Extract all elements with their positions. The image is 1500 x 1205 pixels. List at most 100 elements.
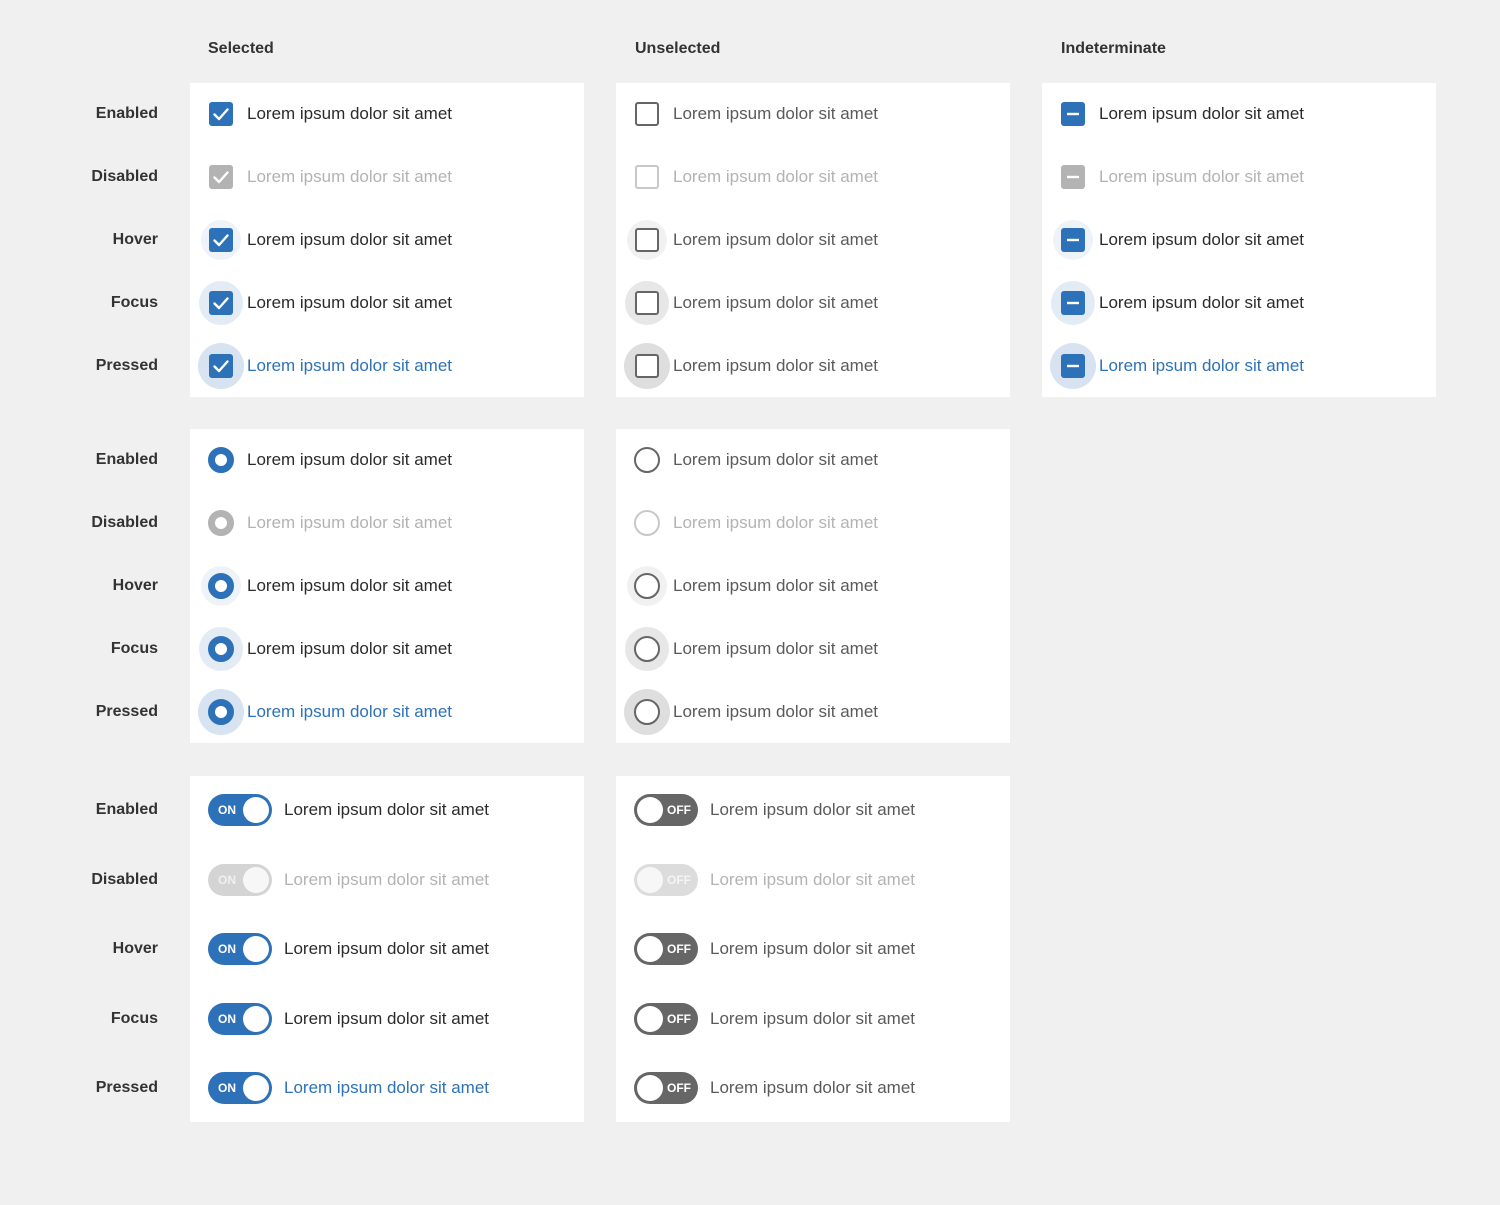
- toggle-knob: [243, 1075, 269, 1101]
- toggle-on-label-disabled: Lorem ipsum dolor sit amet: [284, 869, 490, 889]
- radio-unselected-enabled[interactable]: [634, 447, 660, 473]
- row-label-toggle-disabled: Disabled: [91, 870, 158, 888]
- radio-unselected-label-enabled: Lorem ipsum dolor sit amet: [673, 450, 879, 469]
- checkbox-indeterminate-focus[interactable]: [1061, 291, 1085, 315]
- checkbox-selected-focus[interactable]: [209, 291, 233, 315]
- checkbox-indeterminate-label-focus: Lorem ipsum dolor sit amet: [1099, 293, 1305, 312]
- radio-unselected-label-disabled: Lorem ipsum dolor sit amet: [673, 513, 879, 532]
- toggle-off-label-disabled: Lorem ipsum dolor sit amet: [710, 869, 916, 889]
- checkbox-selected-label-disabled: Lorem ipsum dolor sit amet: [247, 167, 453, 186]
- checkbox-unselected-disabled[interactable]: [635, 165, 659, 189]
- minus-icon: [1067, 364, 1079, 368]
- column-header-indeterminate: Indeterminate: [1061, 40, 1166, 57]
- check-icon: [213, 360, 229, 373]
- checkbox-selected-label-pressed: Lorem ipsum dolor sit amet: [247, 356, 453, 375]
- toggle-off-hover[interactable]: OFF: [634, 933, 698, 965]
- radio-selected-label-pressed: Lorem ipsum dolor sit amet: [247, 702, 453, 721]
- row-label-checkbox-focus: Focus: [110, 294, 158, 311]
- toggle-state-text: OFF: [667, 872, 691, 887]
- checkbox-indeterminate-pressed[interactable]: [1061, 354, 1085, 378]
- toggle-off-label-pressed: Lorem ipsum dolor sit amet: [710, 1078, 916, 1097]
- toggle-knob: [243, 797, 269, 823]
- checkbox-selected-panel: Lorem ipsum dolor sit amet Lorem ipsum do…: [190, 83, 584, 397]
- toggle-knob: [637, 866, 663, 893]
- checkbox-unselected-label-hover: Lorem ipsum dolor sit amet: [673, 230, 879, 249]
- checkbox-unselected-pressed[interactable]: [635, 354, 659, 378]
- toggle-state-text: ON: [218, 803, 236, 817]
- radio-selected-enabled[interactable]: [208, 447, 234, 473]
- toggle-on-label-focus: Lorem ipsum dolor sit amet: [284, 1008, 490, 1028]
- checkbox-selected-hover[interactable]: [209, 228, 233, 252]
- minus-icon: [1067, 112, 1079, 116]
- checkbox-selected-disabled[interactable]: [209, 165, 233, 189]
- checkbox-selected-enabled[interactable]: [209, 102, 233, 126]
- toggle-off-pressed[interactable]: OFF: [634, 1072, 698, 1104]
- toggle-knob: [637, 936, 663, 962]
- checkbox-selected-label-enabled: Lorem ipsum dolor sit amet: [247, 104, 453, 123]
- checkbox-selected-label-hover: Lorem ipsum dolor sit amet: [247, 230, 453, 249]
- toggle-knob: [243, 866, 269, 893]
- checkbox-unselected-label-pressed: Lorem ipsum dolor sit amet: [673, 356, 879, 375]
- radio-unselected-pressed[interactable]: [634, 699, 660, 725]
- toggle-off-focus[interactable]: OFF: [634, 1002, 698, 1035]
- toggle-on-pressed[interactable]: ON: [208, 1072, 272, 1104]
- radio-selected-label-hover: Lorem ipsum dolor sit amet: [247, 576, 453, 595]
- checkbox-indeterminate-enabled[interactable]: [1061, 102, 1085, 126]
- checkbox-indeterminate-label-enabled: Lorem ipsum dolor sit amet: [1099, 104, 1305, 123]
- checkbox-unselected-label-disabled: Lorem ipsum dolor sit amet: [673, 167, 879, 186]
- toggle-on-label-enabled: Lorem ipsum dolor sit amet: [284, 800, 490, 819]
- toggle-off-label-hover: Lorem ipsum dolor sit amet: [710, 939, 916, 958]
- toggle-knob: [243, 936, 269, 962]
- checkbox-unselected-enabled[interactable]: [635, 102, 659, 126]
- column-header-unselected: Unselected: [635, 40, 721, 57]
- radio-selected-hover[interactable]: [208, 573, 234, 599]
- row-label-toggle-pressed: Pressed: [95, 1079, 158, 1096]
- radio-selected-disabled[interactable]: [208, 510, 234, 536]
- checkbox-indeterminate-label-hover: Lorem ipsum dolor sit amet: [1099, 230, 1305, 249]
- row-label-toggle-focus: Focus: [110, 1009, 158, 1027]
- checkbox-indeterminate-panel: Lorem ipsum dolor sit amet Lorem ipsum do…: [1042, 83, 1436, 397]
- toggle-on-focus[interactable]: ON: [208, 1002, 272, 1035]
- checkbox-indeterminate-label-pressed: Lorem ipsum dolor sit amet: [1099, 356, 1305, 375]
- toggle-off-disabled[interactable]: OFF: [634, 863, 698, 896]
- toggle-off-label-focus: Lorem ipsum dolor sit amet: [710, 1008, 916, 1028]
- checkbox-unselected-label-focus: Lorem ipsum dolor sit amet: [673, 293, 879, 312]
- row-label-radio-hover: Hover: [112, 577, 158, 594]
- checkbox-unselected-focus[interactable]: [635, 291, 659, 315]
- toggle-knob: [243, 1005, 269, 1032]
- row-label-checkbox-pressed: Pressed: [95, 357, 158, 374]
- radio-unselected-label-hover: Lorem ipsum dolor sit amet: [673, 576, 879, 595]
- row-label-radio-disabled: Disabled: [91, 514, 158, 531]
- radio-unselected-disabled[interactable]: [634, 510, 660, 536]
- toggle-state-text: OFF: [667, 1011, 691, 1026]
- checkbox-indeterminate-hover[interactable]: [1061, 228, 1085, 252]
- toggle-on-label-pressed: Lorem ipsum dolor sit amet: [284, 1078, 490, 1097]
- radio-selected-pressed[interactable]: [208, 699, 234, 725]
- check-icon: [213, 108, 229, 121]
- toggle-state-text: OFF: [667, 1081, 691, 1095]
- check-icon: [213, 297, 229, 310]
- checkbox-indeterminate-disabled[interactable]: [1061, 165, 1085, 189]
- checkbox-unselected-panel: Lorem ipsum dolor sit amet Lorem ipsum do…: [616, 83, 1010, 397]
- checkbox-selected-pressed[interactable]: [209, 354, 233, 378]
- radio-unselected-label-focus: Lorem ipsum dolor sit amet: [673, 639, 879, 658]
- minus-icon: [1067, 301, 1079, 305]
- toggle-state-text: ON: [218, 872, 236, 887]
- toggle-off-enabled[interactable]: OFF: [634, 794, 698, 826]
- toggle-state-text: ON: [218, 1011, 236, 1026]
- toggle-off-panel: OFF Lorem ipsum dolor sit amet OFF Lorem ip…: [616, 776, 1010, 1122]
- toggle-on-disabled[interactable]: ON: [208, 863, 272, 896]
- toggle-knob: [637, 1075, 663, 1101]
- radio-selected-focus[interactable]: [208, 636, 234, 662]
- radio-unselected-hover[interactable]: [634, 573, 660, 599]
- radio-selected-label-disabled: Lorem ipsum dolor sit amet: [247, 513, 453, 532]
- checkbox-unselected-hover[interactable]: [635, 228, 659, 252]
- row-label-toggle-enabled: Enabled: [95, 801, 158, 818]
- toggle-on-hover[interactable]: ON: [208, 933, 272, 965]
- radio-unselected-focus[interactable]: [634, 636, 660, 662]
- radio-selected-label-enabled: Lorem ipsum dolor sit amet: [247, 450, 453, 469]
- toggle-state-text: OFF: [667, 803, 691, 817]
- toggle-state-text: OFF: [667, 942, 691, 956]
- toggle-on-panel: ON Lorem ipsum dolor sit amet ON Lorem ipsu…: [190, 776, 584, 1122]
- toggle-on-enabled[interactable]: ON: [208, 794, 272, 826]
